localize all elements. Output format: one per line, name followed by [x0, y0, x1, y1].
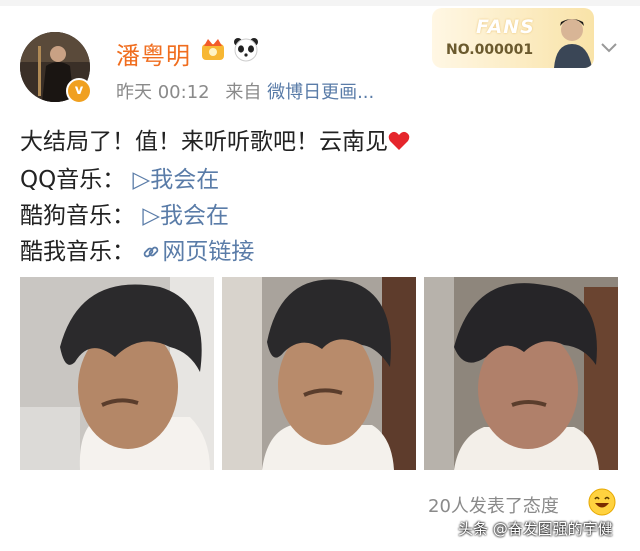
panda-icon: [234, 38, 258, 62]
post-text-line1: 大结局了！值！来听听歌吧！云南见: [20, 122, 410, 156]
laughing-emoji-icon[interactable]: [588, 488, 616, 516]
verified-badge-icon: v: [66, 78, 92, 104]
qq-music-label: QQ音乐：: [20, 167, 126, 193]
fans-card-portrait: [554, 19, 592, 68]
top-strip: [0, 0, 640, 6]
kuwo-music-link: 网页链接: [162, 239, 255, 265]
photo-2[interactable]: [222, 277, 416, 470]
kuwo-music-line: 酷我音乐： 网页链接: [20, 232, 254, 266]
kugou-music-line: 酷狗音乐： ▷我会在: [20, 196, 229, 230]
post-time: 昨天 00:12: [116, 82, 210, 103]
post-text: 大结局了！值！来听听歌吧！云南见: [20, 129, 388, 155]
post-meta: 昨天 00:12 来自 微博日更画...: [116, 78, 374, 104]
kuwo-music-link-wrap[interactable]: 网页链接: [142, 239, 254, 265]
fans-badge-card[interactable]: FANS NO.000001: [432, 8, 594, 68]
qq-music-link[interactable]: ▷我会在: [133, 167, 220, 193]
photo-3[interactable]: [424, 277, 618, 470]
kugou-music-link[interactable]: ▷我会在: [142, 203, 229, 229]
source-link[interactable]: 微博日更画...: [267, 82, 374, 103]
qq-music-line: QQ音乐： ▷我会在: [20, 160, 219, 194]
chevron-down-icon[interactable]: [600, 42, 618, 54]
link-chain-icon: [143, 246, 159, 258]
fans-number: NO.000001: [446, 42, 534, 58]
kuwo-music-label: 酷我音乐：: [20, 239, 135, 265]
red-heart-emoji: [388, 131, 410, 150]
author-name[interactable]: 潘粤明: [116, 36, 191, 71]
source-prefix: 来自: [225, 82, 262, 103]
watermark-text: 头条 @奋发图强的宇健: [458, 520, 613, 538]
fans-label: FANS: [476, 16, 535, 38]
photo-1[interactable]: [20, 277, 214, 470]
reactions-count[interactable]: 20人发表了态度: [428, 492, 559, 518]
crown-vip-icon[interactable]: [200, 36, 226, 62]
kugou-music-label: 酷狗音乐：: [20, 203, 135, 229]
